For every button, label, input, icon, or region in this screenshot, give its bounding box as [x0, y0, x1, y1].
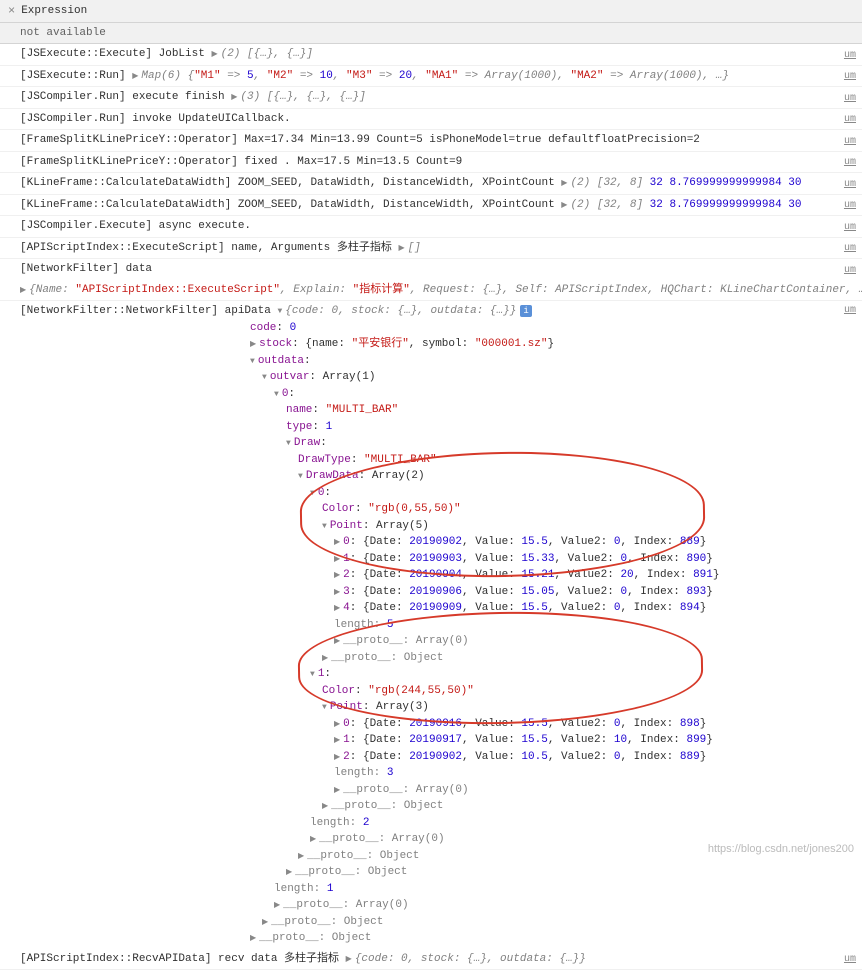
- log-line: [JSCompiler.Run] execute finish (3) [{…}…: [0, 87, 862, 109]
- source-link[interactable]: um: [844, 91, 856, 106]
- source-link[interactable]: um: [844, 48, 856, 63]
- panel-title: Expression: [21, 5, 87, 17]
- info-badge-icon[interactable]: i: [520, 305, 531, 317]
- log-line: [KLineFrame::CalculateDataWidth] ZOOM_SE…: [0, 195, 862, 217]
- expression-value: not available: [0, 23, 862, 44]
- source-link[interactable]: um: [844, 69, 856, 84]
- log-line: [JSCompiler.Run] invoke UpdateUICallback…: [0, 109, 862, 131]
- log-object[interactable]: {Name: "APIScriptIndex::ExecuteScript", …: [0, 280, 862, 302]
- expression-panel-header: × Expression: [0, 0, 862, 23]
- log-line: [FrameSplitKLinePriceY::Operator] fixed …: [0, 152, 862, 174]
- log-line: [JSCompiler.Execute] async execute.um: [0, 216, 862, 238]
- log-line: [FrameSplitKLinePriceY::Operator] Max=17…: [0, 130, 862, 152]
- log-line: [KLineFrame::CalculateDataWidth] ZOOM_SE…: [0, 173, 862, 195]
- log-line: [NetworkFilter] dataum: [0, 259, 862, 280]
- close-icon[interactable]: ×: [8, 4, 15, 18]
- log-line: [JSExecute::Execute] JobList (2) [{…}, {…: [0, 44, 862, 66]
- watermark: https://blog.csdn.net/jones200: [708, 843, 854, 855]
- log-line: [APIScriptIndex::ExecuteScript] name, Ar…: [0, 238, 862, 260]
- console-output: [JSExecute::Execute] JobList (2) [{…}, {…: [0, 44, 862, 970]
- log-line: [JSExecute::Run] Map(6) {"M1" => 5, "M2"…: [0, 66, 862, 88]
- log-line: [APIScriptIndex::RecvAPIData] recv data …: [0, 949, 862, 970]
